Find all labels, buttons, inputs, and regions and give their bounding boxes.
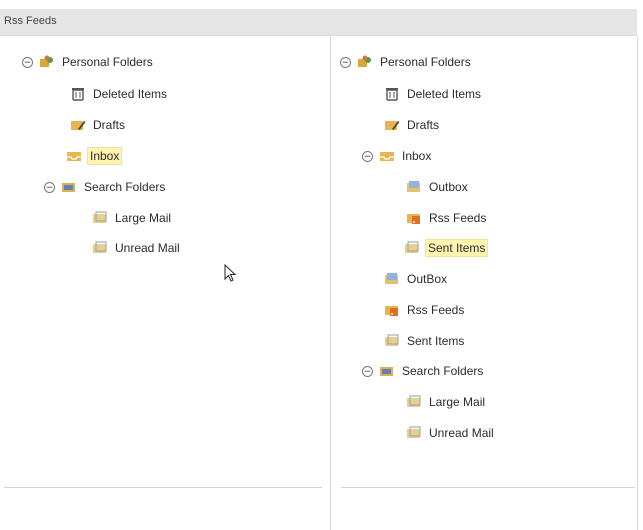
window-header: Rss Feeds [0,9,637,36]
tree-node-inbox-rss-feeds[interactable]: Rss Feeds [406,208,488,228]
tree-node-label: Drafts [93,118,126,132]
collapse-toggle-icon[interactable]: − [22,56,33,68]
tree-node-label: Drafts [407,118,440,132]
tree-node-label: Large Mail [115,211,172,225]
tree-node-label: Outbox [429,180,468,194]
collapse-toggle-icon[interactable]: − [362,365,373,377]
tree-node-large-mail[interactable]: Large Mail [406,392,487,412]
tree-node-label: Rss Feeds [429,211,487,225]
tree-node-label: Personal Folders [380,55,471,69]
sent-items-icon [405,241,419,253]
left-pane-bottom-border [4,487,322,488]
tree-node-label: Search Folders [84,180,166,194]
tree-node-label: Sent Items [407,334,465,348]
left-folder-pane[interactable] [0,36,331,530]
deleted-items-icon [386,88,398,101]
tree-node-unread-mail[interactable]: Unread Mail [92,238,182,258]
tree-node-label: Deleted Items [93,87,168,101]
tree-node-label: Large Mail [429,395,486,409]
tree-node-label: OutBox [407,272,448,286]
tree-node-personal-folders[interactable]: − Personal Folders [340,52,473,72]
tree-node-drafts[interactable]: Drafts [70,115,127,135]
collapse-toggle-icon[interactable]: − [44,181,55,193]
outbox-icon [407,181,420,192]
right-folder-pane[interactable] [331,36,638,530]
tree-node-deleted-items[interactable]: Deleted Items [384,84,483,104]
tree-node-deleted-items[interactable]: Deleted Items [70,84,169,104]
inbox-icon [380,152,394,161]
tree-node-label: Deleted Items [407,87,482,101]
tree-node-rss-feeds[interactable]: Rss Feeds [384,300,466,320]
drafts-icon [71,121,86,130]
tree-node-inbox-outbox[interactable]: Outbox [406,177,470,197]
tree-node-inbox[interactable]: − Inbox [362,146,433,166]
rss-feeds-icon [407,214,420,224]
tree-node-inbox[interactable]: Inbox [66,146,123,166]
tree-node-label: Personal Folders [62,55,153,69]
folder-icon [407,426,421,438]
right-pane-bottom-border [341,487,635,488]
tree-node-unread-mail[interactable]: Unread Mail [406,423,496,443]
tree-node-search-folders[interactable]: − Search Folders [362,361,485,381]
tree-node-label: Unread Mail [115,241,180,255]
tree-node-label: Rss Feeds [407,303,465,317]
tree-node-personal-folders[interactable]: − Personal Folders [22,52,155,72]
tree-node-large-mail[interactable]: Large Mail [92,208,173,228]
header-title: Rss Feeds [4,15,57,27]
mouse-cursor-icon [224,264,236,282]
tree-node-outbox[interactable]: OutBox [384,269,449,289]
tree-node-label: Sent Items [425,239,489,257]
personal-folders-icon [40,55,53,67]
folder-icon [407,395,421,407]
collapse-toggle-icon[interactable]: − [362,150,373,162]
folder-icon [93,241,107,253]
search-folders-icon [380,367,393,376]
inbox-icon [67,152,81,161]
folder-icon [93,211,107,223]
tree-node-drafts[interactable]: Drafts [384,115,441,135]
personal-folders-icon [358,55,371,67]
tree-node-search-folders[interactable]: − Search Folders [44,177,167,197]
rss-feeds-icon [385,306,398,316]
tree-node-label: Inbox [402,149,432,163]
collapse-toggle-icon[interactable]: − [340,56,351,68]
drafts-icon [385,121,400,130]
sent-items-icon [385,334,399,346]
tree-node-label: Inbox [87,147,123,165]
tree-node-label: Unread Mail [429,426,494,440]
deleted-items-icon [72,88,84,101]
search-folders-icon [62,183,75,192]
tree-node-sent-items[interactable]: Sent Items [384,331,466,351]
tree-node-label: Search Folders [402,364,484,378]
outbox-icon [385,273,398,284]
tree-node-inbox-sent-items[interactable]: Sent Items [404,238,489,258]
